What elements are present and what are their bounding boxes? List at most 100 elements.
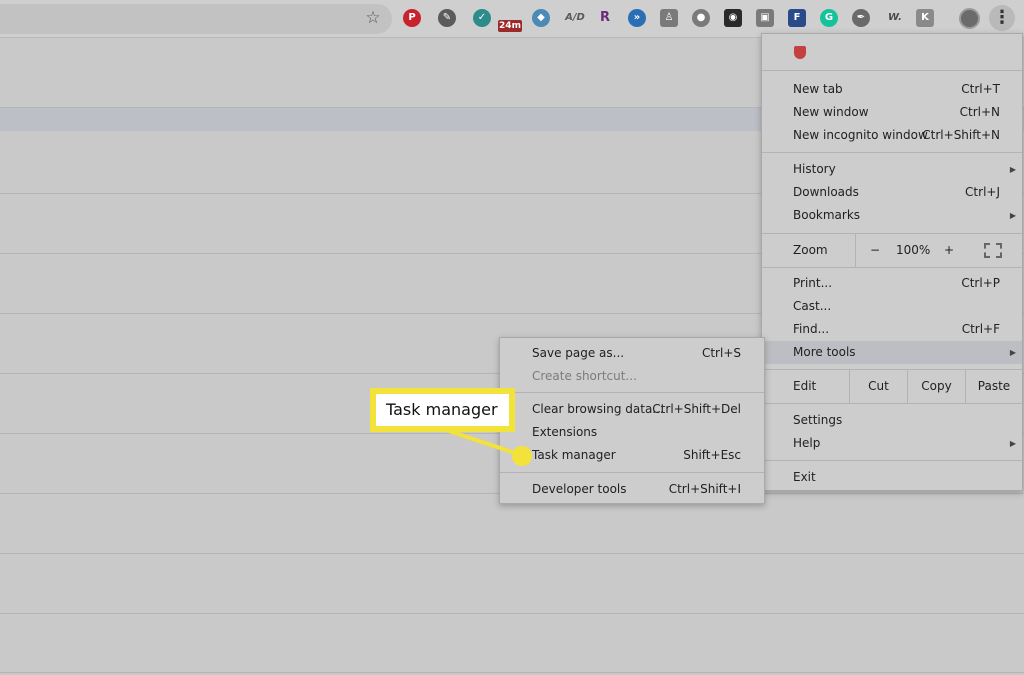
menu-item-history[interactable]: History ▶ bbox=[762, 158, 1022, 181]
zoom-row: Zoom − 100% + bbox=[762, 234, 1022, 267]
menu-separator bbox=[762, 460, 1022, 461]
chrome-main-menu: New tab Ctrl+T New window Ctrl+N New inc… bbox=[761, 33, 1023, 491]
profile-avatar[interactable] bbox=[959, 8, 980, 29]
edit-label: Edit bbox=[793, 379, 817, 393]
submenu-arrow-icon: ▶ bbox=[1009, 348, 1016, 357]
menu-item-label: Task manager bbox=[532, 448, 616, 462]
menu-item-exit[interactable]: Exit bbox=[762, 466, 1022, 489]
menu-item-find[interactable]: Find... Ctrl+F bbox=[762, 318, 1022, 341]
submenu-item-create-shortcut: Create shortcut... bbox=[500, 365, 764, 388]
menu-separator bbox=[500, 392, 764, 393]
menu-separator bbox=[762, 70, 1022, 71]
menu-item-shortcut: Ctrl+Shift+N bbox=[922, 128, 1000, 142]
page-divider bbox=[0, 613, 1024, 614]
chrome-menu-button[interactable]: ⋮ bbox=[989, 5, 1015, 31]
menu-item-print[interactable]: Print... Ctrl+P bbox=[762, 272, 1022, 295]
callout-label-box: Task manager bbox=[370, 388, 515, 432]
more-tools-submenu: Save page as... Ctrl+S Create shortcut..… bbox=[499, 337, 765, 504]
menu-item-label: Exit bbox=[793, 470, 816, 484]
menu-item-new-tab[interactable]: New tab Ctrl+T bbox=[762, 78, 1022, 101]
page-divider bbox=[0, 672, 1024, 673]
edit-row: Edit Cut Copy Paste bbox=[762, 370, 1022, 403]
w-icon[interactable]: W. bbox=[884, 9, 906, 27]
menu-item-shortcut: Ctrl+P bbox=[961, 276, 1000, 290]
menu-item-shortcut: Ctrl+N bbox=[959, 105, 1000, 119]
submenu-arrow-icon: ▶ bbox=[1009, 211, 1016, 220]
feather-icon[interactable]: ✒ bbox=[852, 9, 870, 27]
copy-button[interactable]: Copy bbox=[907, 370, 965, 403]
menu-item-help[interactable]: Help ▶ bbox=[762, 432, 1022, 455]
menu-item-bookmarks[interactable]: Bookmarks ▶ bbox=[762, 204, 1022, 227]
page-divider bbox=[0, 553, 1024, 554]
menu-item-cast[interactable]: Cast... bbox=[762, 295, 1022, 318]
aid-icon[interactable]: A/D bbox=[564, 9, 586, 27]
menu-item-shortcut: Ctrl+Shift+I bbox=[668, 482, 741, 496]
menu-item-shortcut: Ctrl+S bbox=[701, 346, 741, 360]
menu-item-label: Save page as... bbox=[532, 346, 625, 360]
submenu-item-task-manager[interactable]: Task manager Shift+Esc bbox=[500, 444, 764, 467]
bookmark-star-icon[interactable]: ☆ bbox=[363, 8, 383, 28]
owl-icon[interactable]: ◉ bbox=[724, 9, 742, 27]
callout-dot bbox=[512, 446, 532, 466]
zoom-in-button[interactable]: + bbox=[944, 234, 954, 267]
diamond-icon[interactable]: ◆ bbox=[532, 9, 550, 27]
submenu-item-clear-browsing-data[interactable]: Clear browsing data... Ctrl+Shift+Del bbox=[500, 398, 764, 421]
menu-item-label: New incognito window bbox=[793, 128, 928, 142]
menu-item-shortcut: Ctrl+J bbox=[965, 185, 1000, 199]
acorn-icon[interactable]: ● bbox=[692, 9, 710, 27]
menu-item-more-tools[interactable]: More tools ▶ bbox=[762, 341, 1022, 364]
menu-item-new-window[interactable]: New window Ctrl+N bbox=[762, 101, 1022, 124]
menu-item-label: Cast... bbox=[793, 299, 832, 313]
menu-item-label: More tools bbox=[793, 345, 856, 359]
grammarly-icon[interactable]: G bbox=[820, 9, 838, 27]
cut-button[interactable]: Cut bbox=[849, 370, 907, 403]
briefcase-icon[interactable]: ▣ bbox=[756, 9, 774, 27]
k-icon[interactable]: K bbox=[916, 9, 934, 27]
menu-item-label: New tab bbox=[793, 82, 843, 96]
arrows-icon[interactable]: » bbox=[628, 9, 646, 27]
menu-item-downloads[interactable]: Downloads Ctrl+J bbox=[762, 181, 1022, 204]
fullscreen-icon[interactable] bbox=[984, 243, 1002, 258]
menu-item-shortcut: Ctrl+Shift+Del bbox=[652, 402, 741, 416]
menu-item-shortcut: Ctrl+T bbox=[961, 82, 1000, 96]
menu-item-label: Help bbox=[793, 436, 821, 450]
f-icon[interactable]: F bbox=[788, 9, 806, 27]
zoom-controls: − 100% + bbox=[855, 234, 1022, 267]
person-icon[interactable]: ♙ bbox=[660, 9, 678, 27]
address-bar[interactable] bbox=[0, 4, 392, 34]
shield-icon[interactable] bbox=[794, 46, 806, 59]
menu-item-shortcut: Shift+Esc bbox=[683, 448, 741, 462]
menu-item-label: Bookmarks bbox=[793, 208, 861, 222]
menu-item-settings[interactable]: Settings bbox=[762, 409, 1022, 432]
badge-24m-icon[interactable]: 24m bbox=[498, 20, 522, 32]
paste-button[interactable]: Paste bbox=[965, 370, 1022, 403]
menu-item-label: History bbox=[793, 162, 836, 176]
submenu-item-extensions[interactable]: Extensions bbox=[500, 421, 764, 444]
zoom-out-button[interactable]: − bbox=[870, 234, 880, 267]
menu-item-label: Clear browsing data... bbox=[532, 402, 664, 416]
menu-item-label: Extensions bbox=[532, 425, 598, 439]
submenu-item-save-page[interactable]: Save page as... Ctrl+S bbox=[500, 342, 764, 365]
menu-separator bbox=[500, 472, 764, 473]
menu-item-label: Find... bbox=[793, 322, 830, 336]
pinterest-icon[interactable]: P bbox=[403, 9, 421, 27]
r-icon[interactable]: R bbox=[596, 9, 614, 27]
menu-separator bbox=[762, 267, 1022, 268]
menu-item-label: Print... bbox=[793, 276, 833, 290]
menu-item-label: Downloads bbox=[793, 185, 859, 199]
eyedropper-icon[interactable]: ✎ bbox=[438, 9, 456, 27]
menu-item-shortcut: Ctrl+F bbox=[961, 322, 1000, 336]
zoom-label: Zoom bbox=[793, 243, 828, 257]
menu-separator bbox=[762, 403, 1022, 404]
menu-item-label: Create shortcut... bbox=[532, 369, 637, 383]
submenu-arrow-icon: ▶ bbox=[1009, 165, 1016, 174]
callout-text: Task manager bbox=[386, 400, 498, 419]
menu-item-label: Settings bbox=[793, 413, 843, 427]
menu-item-new-incognito[interactable]: New incognito window Ctrl+Shift+N bbox=[762, 124, 1022, 147]
shield-check-icon[interactable]: ✓ bbox=[473, 9, 491, 27]
menu-separator bbox=[762, 152, 1022, 153]
menu-item-label: Developer tools bbox=[532, 482, 627, 496]
menu-item-label: New window bbox=[793, 105, 869, 119]
submenu-item-developer-tools[interactable]: Developer tools Ctrl+Shift+I bbox=[500, 478, 764, 501]
zoom-level: 100% bbox=[896, 243, 931, 257]
